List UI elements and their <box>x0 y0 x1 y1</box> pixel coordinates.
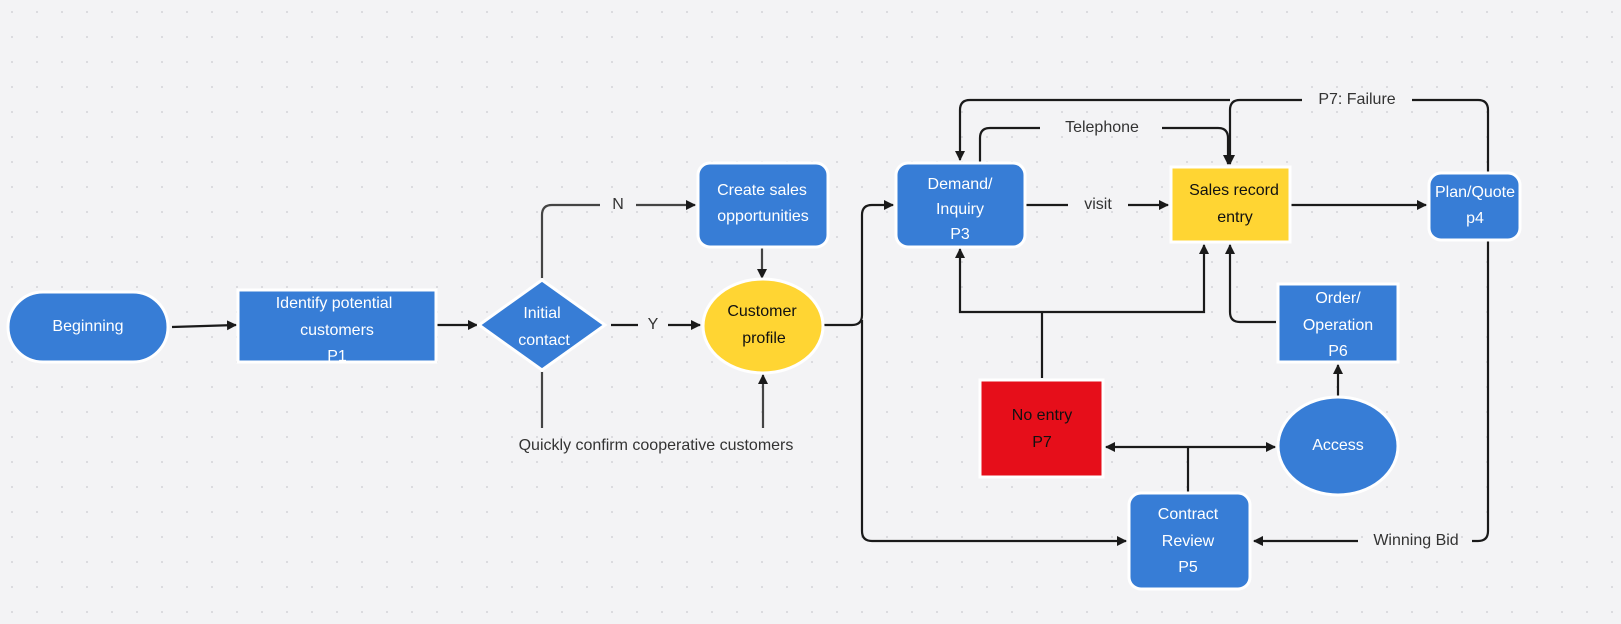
node-text: Review <box>1162 533 1215 550</box>
node-text: Order/ <box>1315 290 1361 307</box>
node-text: customers <box>300 322 374 339</box>
node-text: Inquiry <box>936 201 984 218</box>
node-access[interactable]: Access <box>1276 395 1400 497</box>
node-create-sales-opportunities[interactable]: Create sales opportunities <box>696 161 830 249</box>
node-text: Plan/Quote <box>1435 184 1515 201</box>
node-customer-profile[interactable]: Customer profile <box>701 277 825 375</box>
label-telephone: Telephone <box>1065 119 1139 136</box>
label-winning-bid: Winning Bid <box>1373 532 1458 549</box>
node-text: Identify potential <box>276 295 393 312</box>
node-text: No entry <box>1012 407 1072 424</box>
node-text: P6 <box>1328 343 1348 360</box>
node-no-entry[interactable]: No entry P7 <box>978 378 1105 479</box>
node-text: contact <box>518 332 570 349</box>
node-text: P1 <box>327 348 347 365</box>
node-text: Access <box>1312 437 1364 454</box>
node-text: Beginning <box>52 318 123 335</box>
node-text: Sales record <box>1189 182 1279 199</box>
node-text: P3 <box>950 226 970 243</box>
node-demand-inquiry[interactable]: Demand/ Inquiry P3 <box>894 161 1027 249</box>
node-text: P7 <box>1032 434 1052 451</box>
label-y: Y <box>648 316 659 333</box>
node-text: Demand/ <box>928 176 993 193</box>
label-visit: visit <box>1084 196 1112 213</box>
node-sales-record-entry[interactable]: Sales record entry <box>1169 165 1292 244</box>
node-contract-review[interactable]: Contract Review P5 <box>1127 491 1252 591</box>
node-beginning[interactable]: Beginning <box>6 290 170 364</box>
node-text: Initial <box>523 305 560 322</box>
node-text: Create sales <box>717 182 807 199</box>
node-text: entry <box>1217 209 1253 226</box>
node-text: p4 <box>1466 210 1484 227</box>
node-text: opportunities <box>717 208 809 225</box>
label-p7-failure: P7: Failure <box>1318 91 1395 108</box>
label-quick-confirm: Quickly confirm cooperative customers <box>519 437 794 454</box>
node-text: profile <box>742 330 786 347</box>
node-text: Operation <box>1303 317 1373 334</box>
node-order-operation[interactable]: Order/ Operation P6 <box>1276 282 1400 364</box>
node-identify-customers[interactable]: Identify potential customers P1 <box>236 288 438 365</box>
node-plan-quote[interactable]: Plan/Quote p4 <box>1427 171 1522 242</box>
node-text: Contract <box>1158 506 1219 523</box>
flowchart-canvas: N Y Quickly confirm cooperative customer… <box>0 0 1621 624</box>
node-text: Customer <box>727 303 797 320</box>
label-n: N <box>612 196 624 213</box>
node-text: P5 <box>1178 559 1198 576</box>
